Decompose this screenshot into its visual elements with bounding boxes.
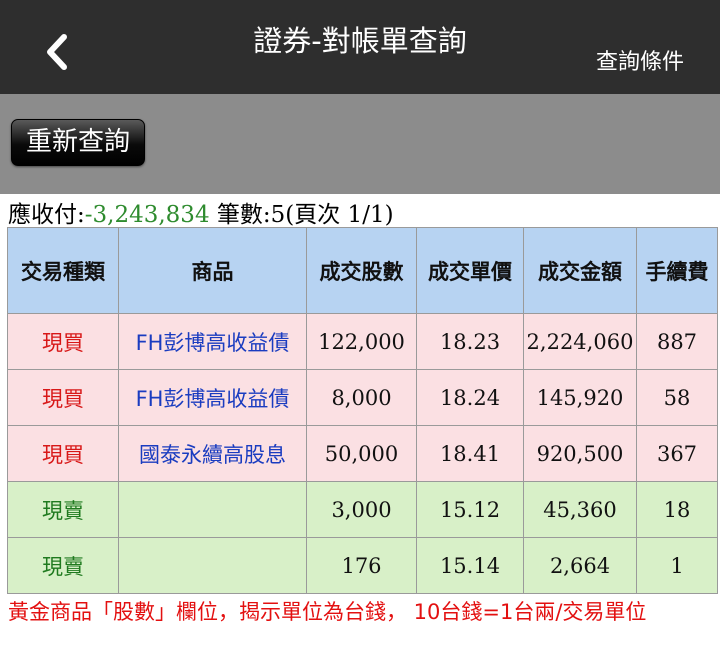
cell-product: 國泰永續高股息 [118, 425, 307, 482]
cell-amount: 920,500 [523, 425, 637, 482]
statement-table: 交易種類 商品 成交股數 成交單價 成交金額 手續費 現買 FH彭博高收益債 1… [7, 227, 718, 594]
cell-trade-type: 現賣 [7, 481, 119, 538]
cell-shares: 50,000 [306, 425, 417, 482]
cell-price: 15.12 [416, 481, 524, 538]
table-row: 現買 國泰永續高股息 50,000 18.41 920,500 367 [7, 425, 718, 482]
cell-amount: 2,224,060 [523, 313, 637, 370]
record-count: 筆數:5(頁次 1/1) [216, 202, 394, 228]
cell-trade-type: 現賣 [7, 537, 119, 594]
header-price: 成交單價 [416, 227, 524, 314]
cell-price: 18.24 [416, 369, 524, 426]
cell-fee: 58 [636, 369, 718, 426]
cell-price: 18.41 [416, 425, 524, 482]
cell-product [118, 481, 307, 538]
table-row: 現買 FH彭博高收益債 8,000 18.24 145,920 58 [7, 369, 718, 426]
cell-shares: 8,000 [306, 369, 417, 426]
table-header-row: 交易種類 商品 成交股數 成交單價 成交金額 手續費 [7, 227, 718, 314]
cell-trade-type: 現買 [7, 425, 119, 482]
receivable-label: 應收付: [8, 202, 85, 228]
query-conditions-button[interactable]: 查詢條件 [596, 44, 684, 76]
cell-price: 15.14 [416, 537, 524, 594]
cell-fee: 1 [636, 537, 718, 594]
table-row: 現買 FH彭博高收益債 122,000 18.23 2,224,060 887 [7, 313, 718, 370]
cell-product: FH彭博高收益債 [118, 313, 307, 370]
cell-trade-type: 現買 [7, 313, 119, 370]
cell-trade-type: 現買 [7, 369, 119, 426]
cell-shares: 122,000 [306, 313, 417, 370]
table-row: 現賣 176 15.14 2,664 1 [7, 537, 718, 594]
cell-shares: 176 [306, 537, 417, 594]
cell-product: FH彭博高收益債 [118, 369, 307, 426]
cell-fee: 887 [636, 313, 718, 370]
header-trade-type: 交易種類 [7, 227, 119, 314]
receivable-value: -3,243,834 [84, 202, 210, 228]
summary-line: 應收付:-3,243,834 筆數:5(頁次 1/1) [8, 195, 394, 229]
gold-unit-note: 黃金商品「股數」欄位，揭示單位為台錢， 10台錢=1台兩/交易單位 [8, 600, 647, 624]
nav-bar: 證券-對帳單查詢 查詢條件 [0, 0, 720, 94]
cell-fee: 367 [636, 425, 718, 482]
cell-amount: 2,664 [523, 537, 637, 594]
header-amount: 成交金額 [523, 227, 637, 314]
header-fee: 手續費 [636, 227, 718, 314]
header-shares: 成交股數 [306, 227, 417, 314]
cell-shares: 3,000 [306, 481, 417, 538]
cell-price: 18.23 [416, 313, 524, 370]
header-product: 商品 [118, 227, 307, 314]
cell-product [118, 537, 307, 594]
cell-fee: 18 [636, 481, 718, 538]
requery-button[interactable]: 重新查詢 [11, 119, 145, 166]
cell-amount: 45,360 [523, 481, 637, 538]
cell-amount: 145,920 [523, 369, 637, 426]
table-row: 現賣 3,000 15.12 45,360 18 [7, 481, 718, 538]
